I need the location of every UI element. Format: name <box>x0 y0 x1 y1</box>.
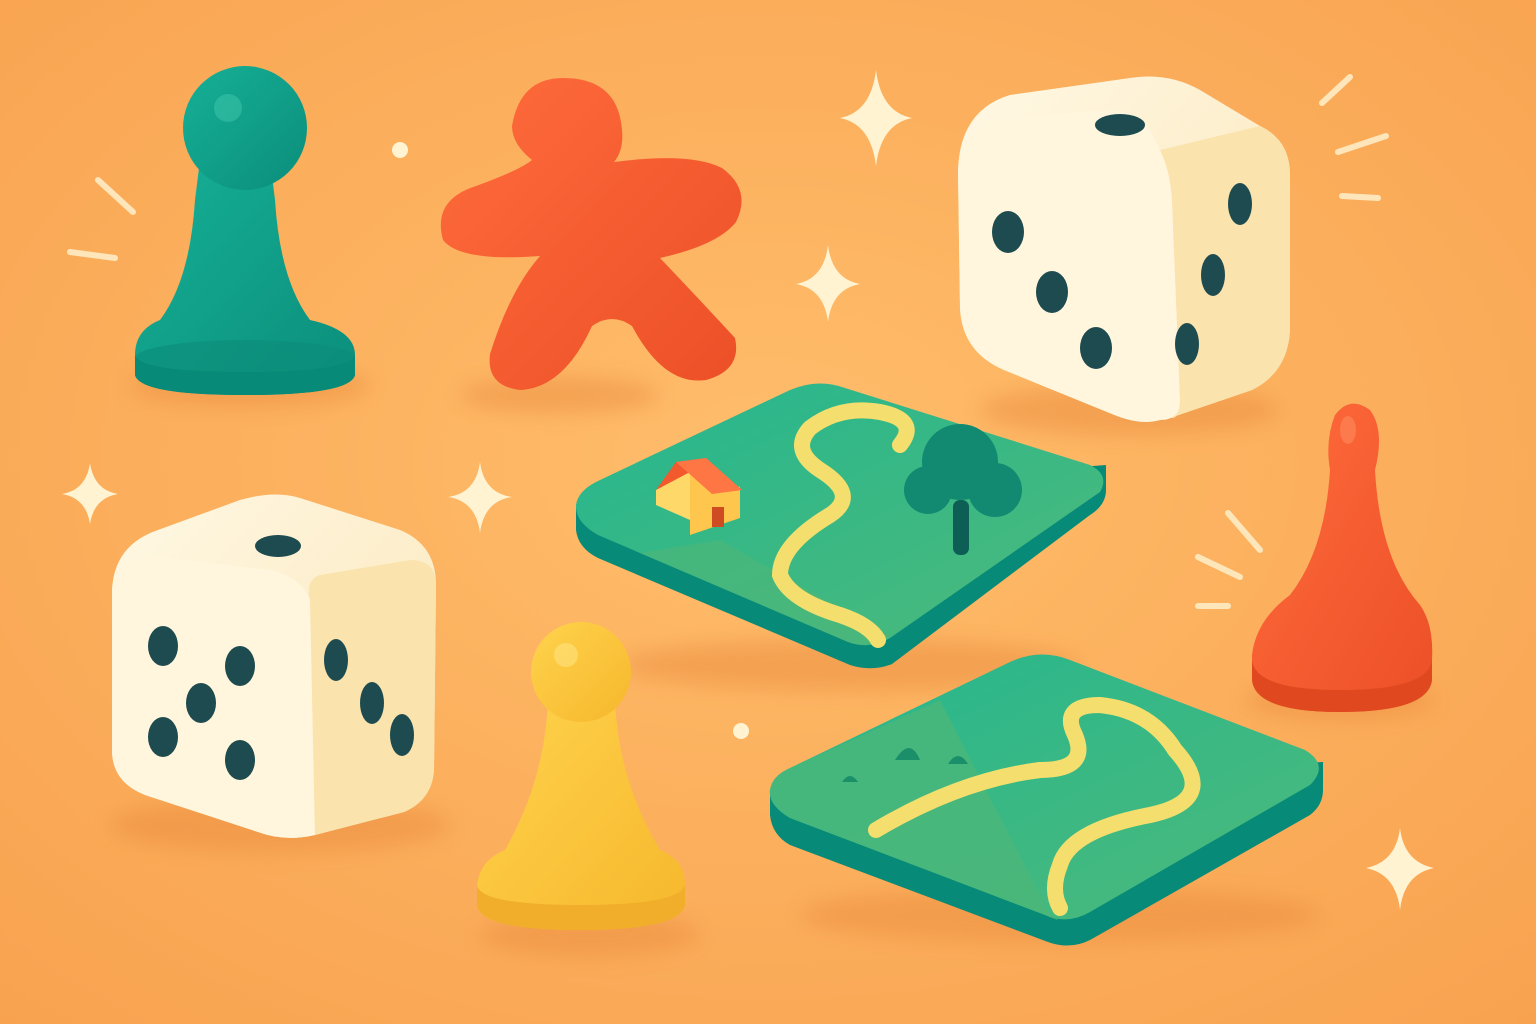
die-bottom-left <box>112 494 436 838</box>
die-pip <box>225 740 255 780</box>
die-pip <box>255 535 301 557</box>
die-pip <box>1095 114 1145 136</box>
sparkle-dot <box>733 723 749 739</box>
die-pip <box>1228 183 1252 225</box>
die-pip <box>148 717 178 757</box>
board-game-illustration <box>0 0 1536 1024</box>
die-pip <box>1201 254 1225 296</box>
die-pip <box>992 211 1024 253</box>
die-pip <box>390 714 414 756</box>
die-pip <box>360 682 384 724</box>
die-pip <box>148 626 178 666</box>
die-pip <box>186 683 216 723</box>
sparkle-dot <box>392 142 408 158</box>
die-pip <box>225 646 255 686</box>
die-pip <box>1080 327 1112 369</box>
die-pip <box>324 639 348 681</box>
die-top-right <box>958 76 1290 422</box>
die-pip <box>1036 271 1068 313</box>
die-pip <box>1175 323 1199 365</box>
